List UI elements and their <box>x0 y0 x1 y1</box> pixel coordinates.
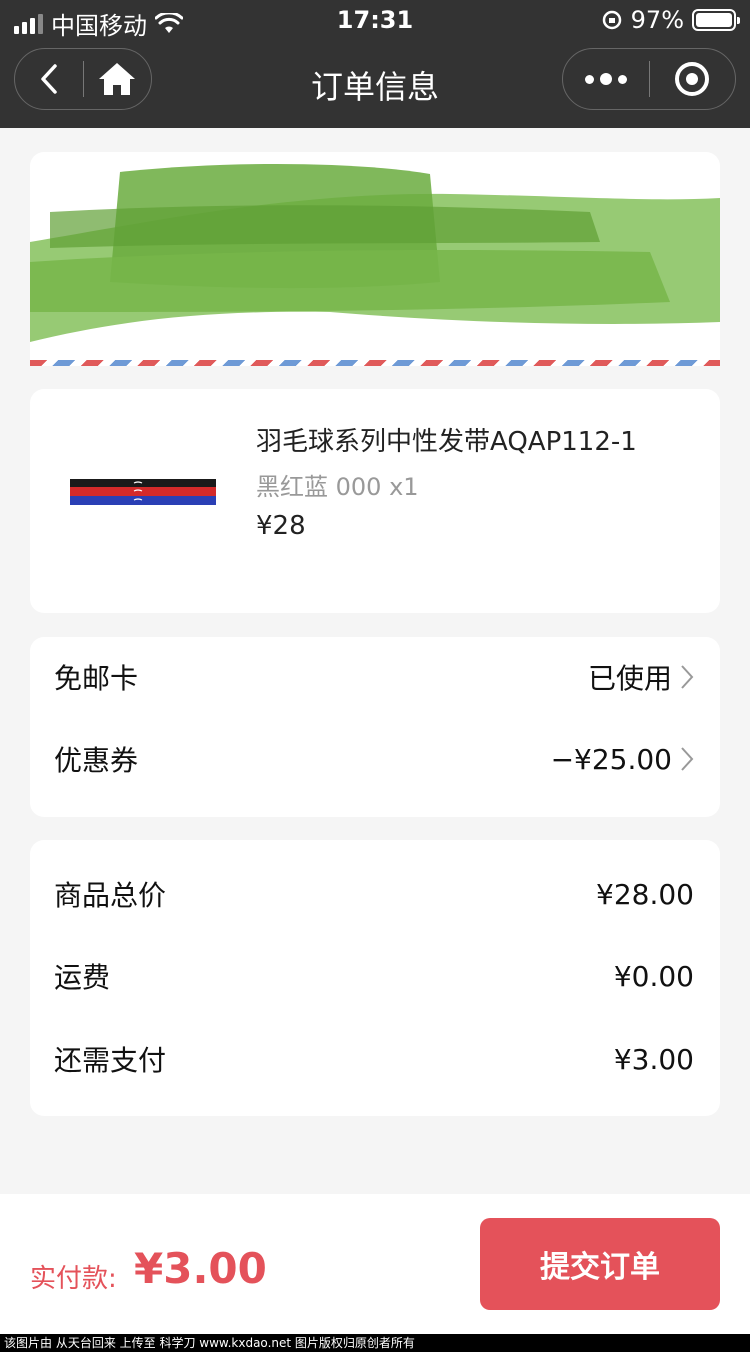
nav-capsule-right <box>562 48 736 110</box>
coupon-value: −¥25.00 <box>550 742 672 776</box>
address-card[interactable] <box>30 152 720 366</box>
product-image <box>70 479 216 505</box>
free-shipping-label: 免邮卡 <box>54 662 139 695</box>
checkout-bar: 实付款: ¥3.00 提交订单 <box>0 1194 750 1334</box>
redaction-scribble <box>30 163 720 342</box>
summary-row-shipping: 运费 ¥0.00 <box>54 956 694 996</box>
status-bar: 中国移动 17:31 97% <box>0 0 750 42</box>
chevron-right-icon <box>681 747 694 771</box>
more-dots-icon <box>584 73 627 85</box>
summary-row-subtotal: 商品总价 ¥28.00 <box>54 874 694 914</box>
battery-percent: 97% <box>630 6 684 34</box>
status-right: 97% <box>601 6 740 34</box>
product-name: 羽毛球系列中性发带AQAP112-1 <box>256 427 637 457</box>
free-shipping-row[interactable]: 免邮卡 已使用 <box>54 657 694 697</box>
airmail-border <box>30 360 720 366</box>
orientation-lock-icon <box>602 10 621 30</box>
battery-icon <box>692 9 740 31</box>
shipping-label: 运费 <box>54 961 111 994</box>
subtotal-label: 商品总价 <box>54 879 167 912</box>
product-price: ¥28 <box>256 511 306 541</box>
watermark-text: 该图片由 从天台回来 上传至 科学刀 www.kxdao.net 图片版权归原创… <box>0 1334 750 1352</box>
product-card[interactable]: 羽毛球系列中性发带AQAP112-1 黑红蓝 000 x1 ¥28 <box>30 389 720 613</box>
pay-amount: ¥3.00 <box>134 1244 267 1293</box>
more-button[interactable] <box>563 48 649 110</box>
price-summary-card: 商品总价 ¥28.00 运费 ¥0.00 还需支付 ¥3.00 <box>30 840 720 1116</box>
close-miniprogram-button[interactable] <box>650 48 736 110</box>
submit-order-button[interactable]: 提交订单 <box>480 1218 720 1310</box>
discounts-card: 免邮卡 已使用 优惠券 −¥25.00 <box>30 637 720 817</box>
free-shipping-value: 已使用 <box>587 662 672 695</box>
coupon-label: 优惠券 <box>54 744 139 777</box>
chevron-right-icon <box>681 665 694 689</box>
subtotal-value: ¥28.00 <box>596 877 694 911</box>
shipping-value: ¥0.00 <box>613 959 694 993</box>
pay-label: 实付款: <box>30 1264 117 1294</box>
remaining-value: ¥3.00 <box>613 1042 694 1076</box>
remaining-label: 还需支付 <box>54 1044 167 1077</box>
top-bar: 中国移动 17:31 97% 订单信息 <box>0 0 750 128</box>
summary-row-remaining: 还需支付 ¥3.00 <box>54 1039 694 1079</box>
coupon-row[interactable]: 优惠券 −¥25.00 <box>54 739 694 779</box>
capsule-target-icon <box>675 62 710 96</box>
product-spec: 黑红蓝 000 x1 <box>256 473 419 501</box>
